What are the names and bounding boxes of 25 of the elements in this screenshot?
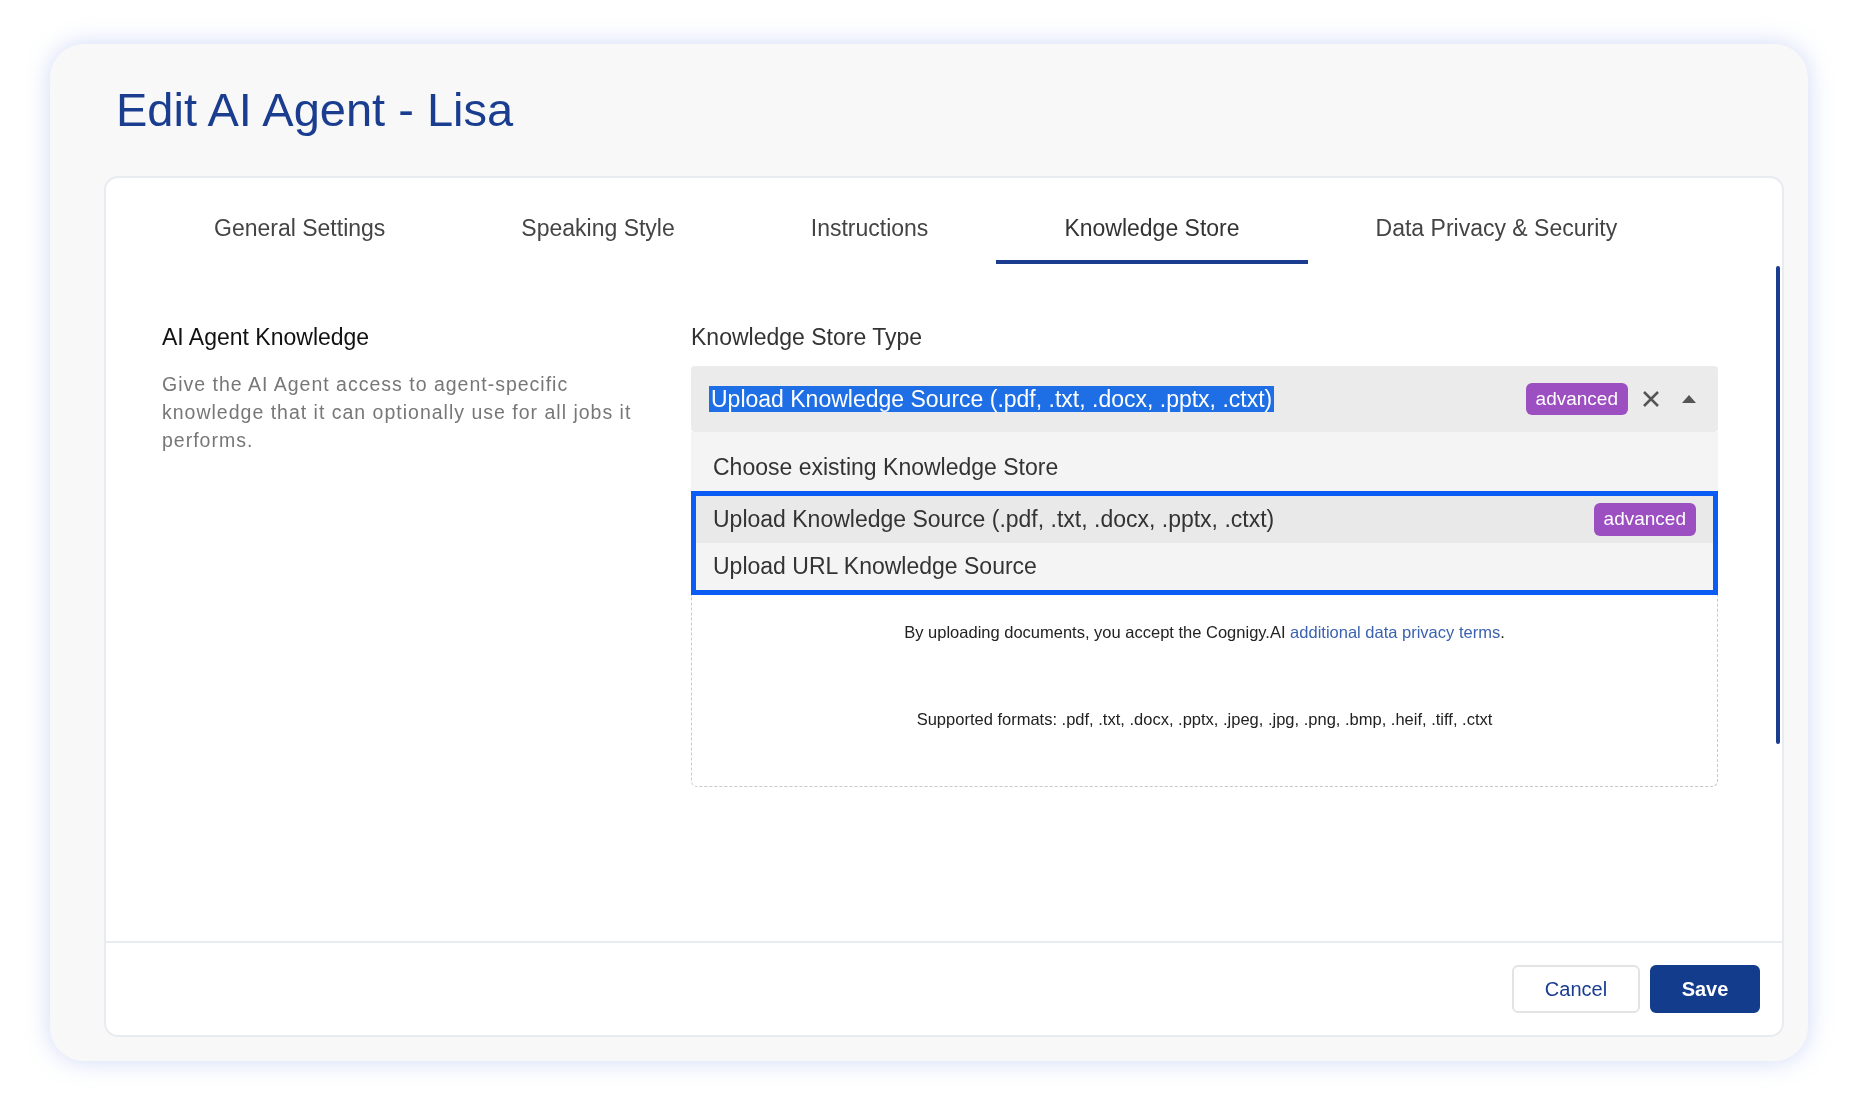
advanced-tag: advanced: [1525, 382, 1628, 416]
field-label: Knowledge Store Type: [691, 322, 923, 352]
tab[interactable]: Data Privacy & Security: [1307, 177, 1686, 264]
dialog-title: Edit AI Agent - Lisa: [116, 84, 515, 136]
tab[interactable]: Instructions: [742, 177, 997, 264]
notice-text: By uploading documents, you accept the Cognigy.AI additional data privacy terms.: [903, 622, 1506, 644]
upload-area[interactable]: By uploading documents, you accept the Cognigy.AI additional data privacy terms. Supported formats: .pdf, .txt, .docx, .pptx, .jpeg, .jpg, .png, .bmp, .heif, .tiff, .ctxt: [691, 595, 1718, 788]
dropdown-option[interactable]: Upload Knowledge Source (.pdf, .txt, .docx, .pptx, .ctxt) advanced: [696, 496, 1713, 544]
privacy-terms-link[interactable]: additional data privacy terms: [1290, 623, 1501, 642]
dropdown-option[interactable]: Upload URL Knowledge Source: [696, 543, 1713, 591]
cancel-button[interactable]: Cancel: [1512, 965, 1640, 1013]
selected-value: Upload Knowledge Source (.pdf, .txt, .docx, .pptx, .ctxt): [709, 385, 1275, 412]
tab[interactable]: General Settings: [146, 177, 454, 264]
tab[interactable]: Knowledge Store: [996, 177, 1308, 264]
caret-icon[interactable]: [1682, 395, 1696, 404]
dropdown-field[interactable]: Upload Knowledge Source (.pdf, .txt, .docx, .pptx, .ctxt) advanced: [691, 366, 1718, 433]
advanced-tag: advanced: [1593, 503, 1696, 536]
clear-icon[interactable]: [1642, 390, 1660, 409]
section-description: Give the AI Agent access to agent-specific knowledge that it can optionally use for all jobs it performs.: [162, 372, 632, 454]
save-button[interactable]: Save: [1650, 965, 1760, 1013]
supported-formats-text: Supported formats: .pdf, .txt, .docx, .pptx, .jpeg, .jpg, .png, .bmp, .heif, .tiff, .ctxt: [915, 708, 1494, 730]
dropdown-option[interactable]: Choose existing Knowledge Store: [691, 444, 1718, 492]
section-title: AI Agent Knowledge: [162, 322, 371, 352]
tab[interactable]: Speaking Style: [453, 177, 743, 264]
scrollbar[interactable]: [1776, 265, 1780, 744]
